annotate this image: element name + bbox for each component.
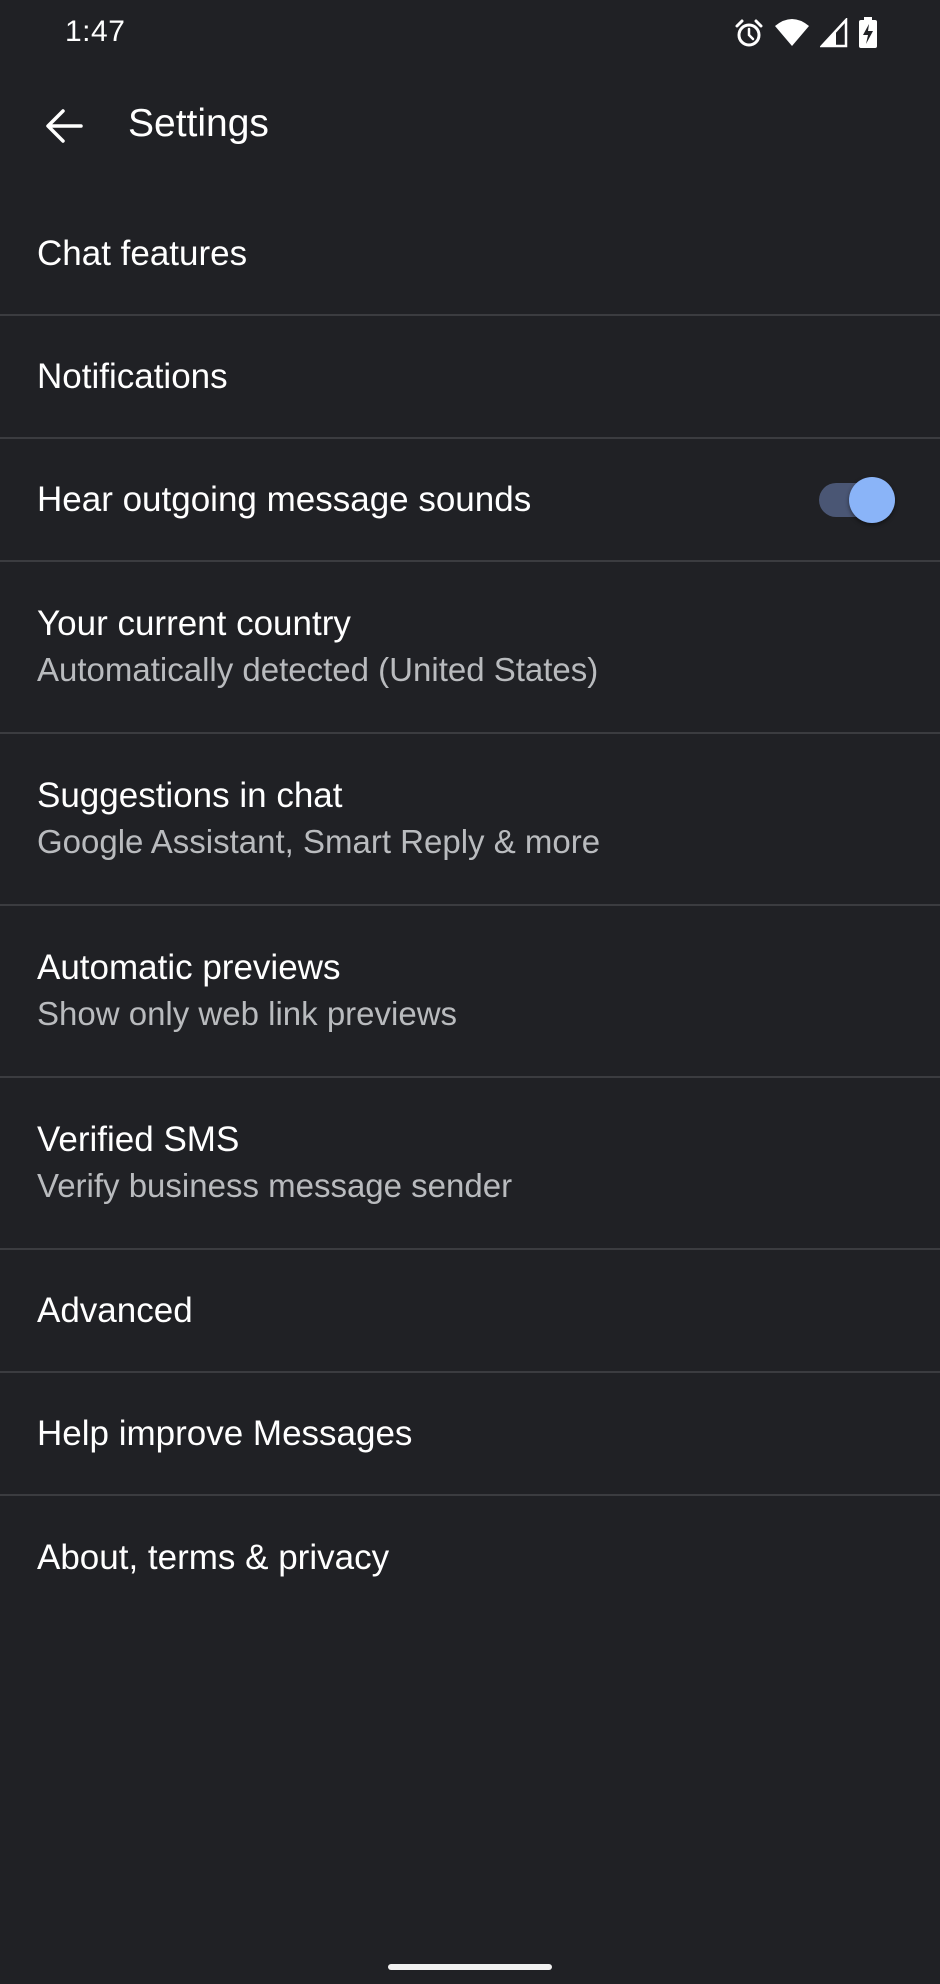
setting-verified-sms[interactable]: Verified SMS Verify business message sen… xyxy=(0,1078,940,1250)
setting-title: Advanced xyxy=(37,1290,193,1330)
arrow-back-icon xyxy=(44,106,84,151)
setting-title: Verified SMS xyxy=(37,1120,240,1159)
setting-subtitle: Verify business message sender xyxy=(37,1167,513,1204)
toggle-thumb xyxy=(849,476,895,523)
setting-subtitle: Show only web link previews xyxy=(37,995,458,1032)
setting-title: Notifications xyxy=(37,356,228,396)
battery-charging-icon xyxy=(858,17,878,49)
setting-title: Suggestions in chat xyxy=(37,776,343,815)
setting-subtitle: Google Assistant, Smart Reply & more xyxy=(37,823,601,860)
setting-suggestions-in-chat[interactable]: Suggestions in chat Google Assistant, Sm… xyxy=(0,734,940,906)
outgoing-sounds-toggle[interactable] xyxy=(819,475,895,525)
setting-outgoing-sounds[interactable]: Hear outgoing message sounds xyxy=(0,439,940,562)
status-icons xyxy=(734,16,878,50)
cell-signal-icon xyxy=(820,18,848,48)
setting-title: Hear outgoing message sounds xyxy=(37,479,532,519)
setting-about[interactable]: About, terms & privacy xyxy=(0,1496,940,1619)
setting-title: About, terms & privacy xyxy=(37,1537,390,1577)
setting-chat-features[interactable]: Chat features xyxy=(0,193,940,316)
page-title: Settings xyxy=(128,102,269,145)
back-button[interactable] xyxy=(30,94,98,162)
status-bar: 1:47 xyxy=(0,0,940,64)
setting-title: Automatic previews xyxy=(37,948,341,987)
wifi-icon xyxy=(774,18,810,48)
setting-advanced[interactable]: Advanced xyxy=(0,1250,940,1373)
setting-help-improve[interactable]: Help improve Messages xyxy=(0,1373,940,1496)
setting-current-country[interactable]: Your current country Automatically detec… xyxy=(0,562,940,734)
setting-title: Chat features xyxy=(37,233,248,273)
setting-subtitle: Automatically detected (United States) xyxy=(37,651,599,688)
setting-notifications[interactable]: Notifications xyxy=(0,316,940,439)
settings-list: Chat features Notifications Hear outgoin… xyxy=(0,193,940,1619)
app-bar: Settings xyxy=(0,64,940,194)
alarm-icon xyxy=(734,18,764,48)
status-time: 1:47 xyxy=(65,15,126,48)
gesture-nav-handle[interactable] xyxy=(388,1964,552,1970)
setting-title: Your current country xyxy=(37,604,351,643)
setting-automatic-previews[interactable]: Automatic previews Show only web link pr… xyxy=(0,906,940,1078)
setting-title: Help improve Messages xyxy=(37,1413,413,1453)
